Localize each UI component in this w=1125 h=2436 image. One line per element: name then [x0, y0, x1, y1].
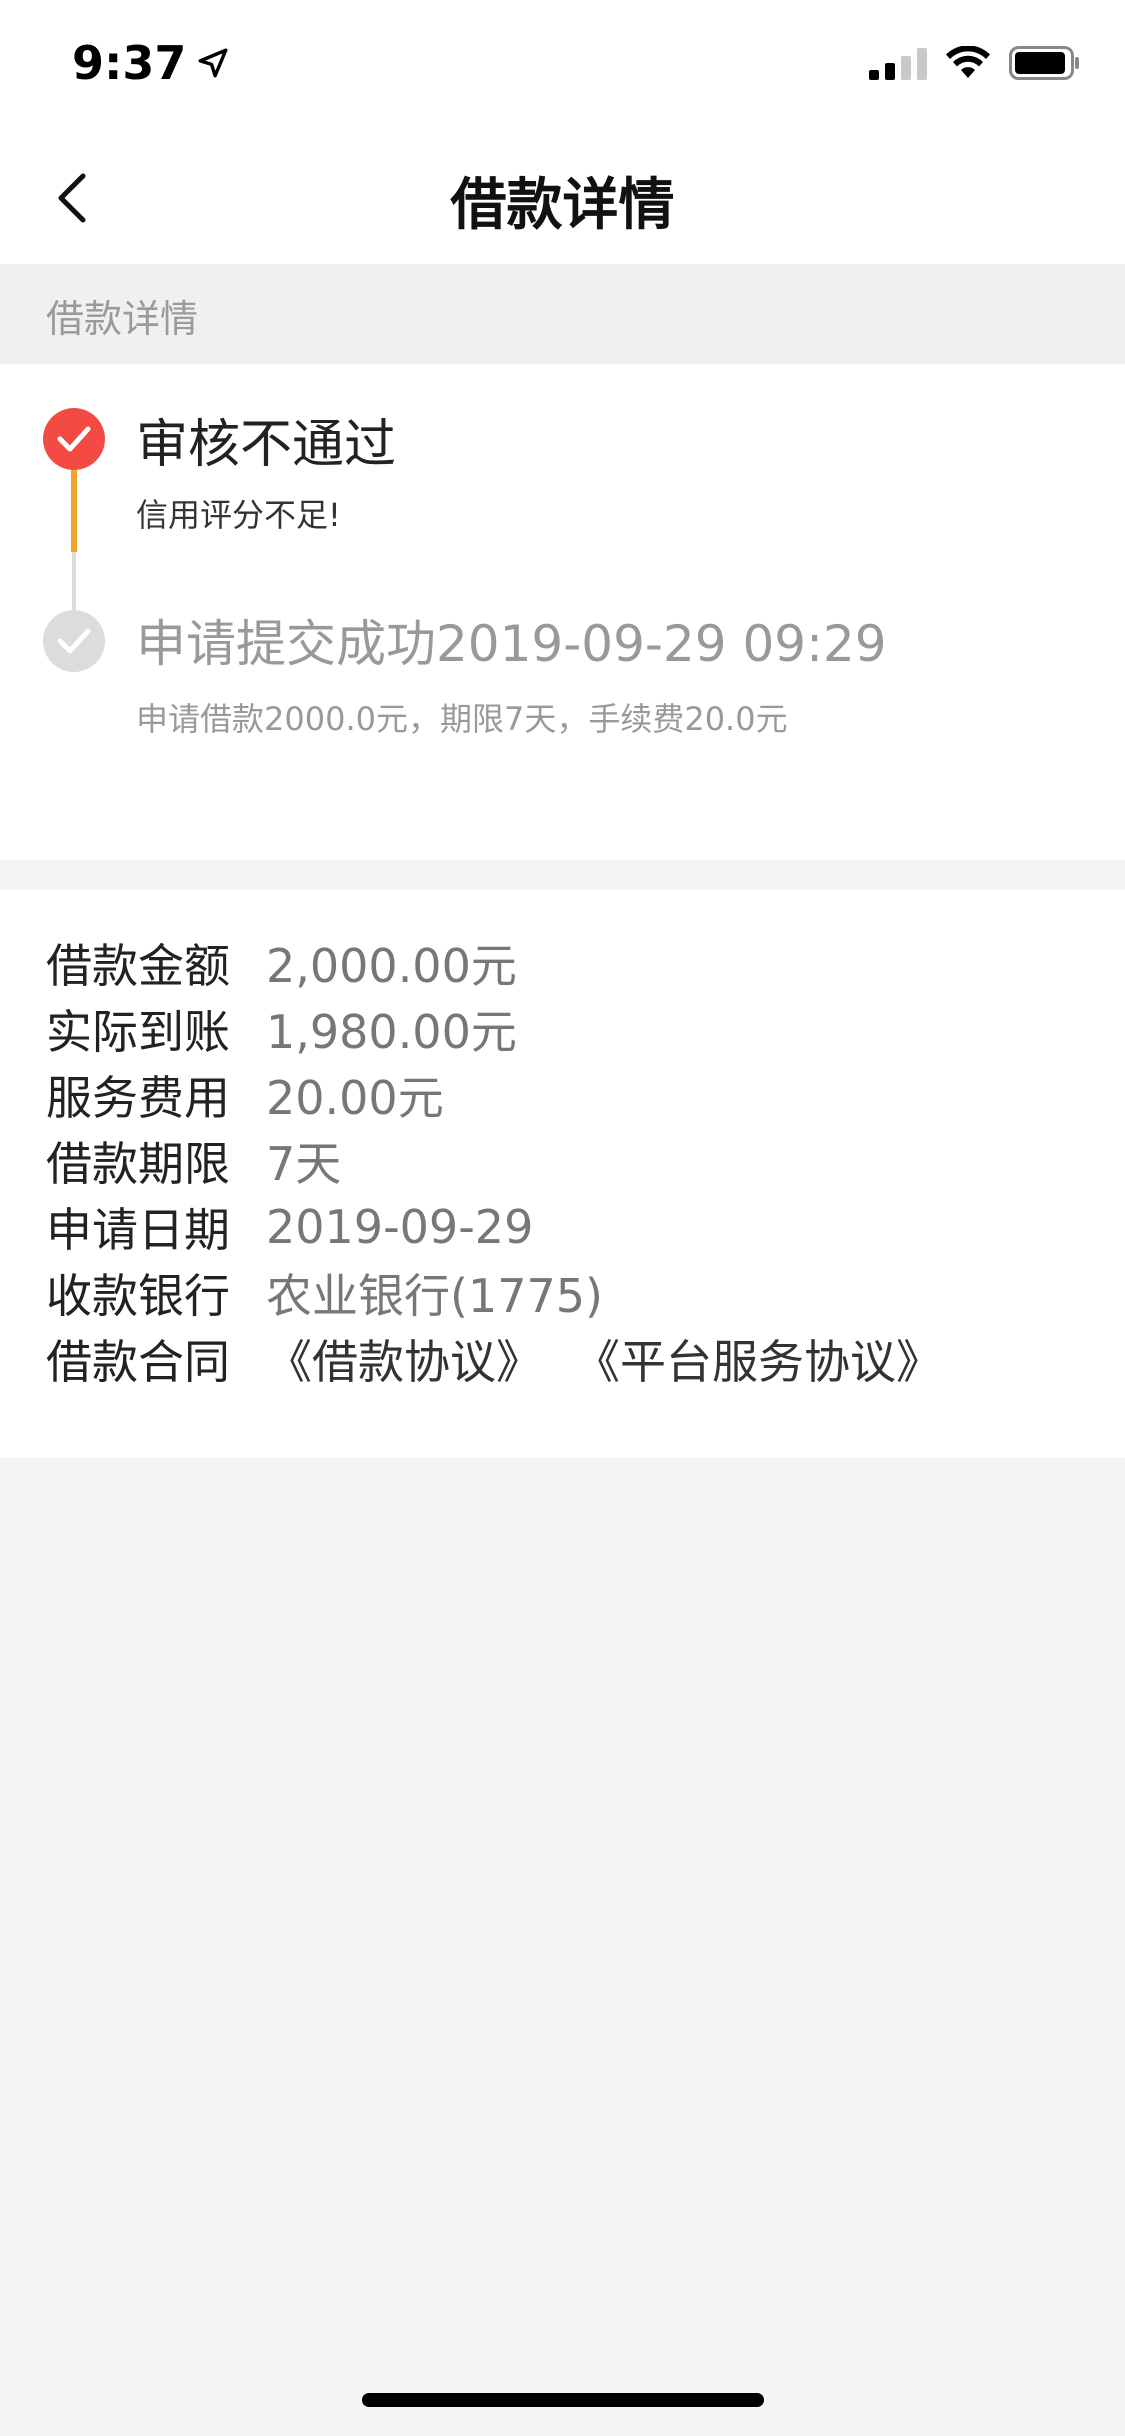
timeline-step-desc: 信用评分不足!: [136, 496, 341, 534]
section-header-label: 借款详情: [46, 297, 199, 341]
platform-service-agreement-link[interactable]: 《平台服务协议》: [574, 1326, 942, 1392]
detail-label: 借款期限: [46, 1137, 230, 1191]
detail-value: 7天: [266, 1137, 342, 1191]
detail-label: 借款金额: [46, 939, 230, 993]
detail-row-received: 实际到账 1,980.00元: [46, 996, 517, 1062]
rejected-status-icon: [43, 408, 105, 470]
detail-row-amount: 借款金额 2,000.00元: [46, 930, 517, 996]
location-arrow-icon: [198, 48, 228, 78]
timeline-connector: [72, 552, 76, 610]
status-bar: 9:37: [0, 0, 1125, 132]
checkmark-icon: [57, 628, 91, 654]
loan-details-card: 借款金额 2,000.00元 实际到账 1,980.00元 服务费用 20.00…: [0, 890, 1125, 1458]
detail-value: 2,000.00元: [266, 939, 517, 993]
home-indicator[interactable]: [362, 2393, 764, 2407]
timeline-connector-active: [71, 470, 77, 552]
clock-text: 9:37: [72, 36, 187, 90]
navigation-bar: 借款详情: [0, 132, 1125, 264]
page-title: 借款详情: [450, 173, 675, 238]
detail-row-contract: 借款合同 《借款协议》 《平台服务协议》: [46, 1326, 974, 1392]
status-time: 9:37: [72, 36, 230, 90]
detail-label: 实际到账: [46, 1005, 230, 1059]
wifi-icon: [946, 46, 990, 78]
detail-value: 1,980.00元: [266, 1005, 517, 1059]
detail-row-bank: 收款银行 农业银行(1775): [46, 1260, 603, 1326]
section-header: 借款详情: [0, 264, 1125, 364]
cellular-signal-icon: [869, 46, 927, 80]
detail-label: 收款银行: [46, 1269, 230, 1323]
detail-value: 2019-09-29: [266, 1200, 534, 1254]
detail-label: 服务费用: [46, 1071, 230, 1125]
battery-icon: [1009, 46, 1079, 80]
detail-row-term: 借款期限 7天: [46, 1128, 341, 1194]
detail-label: 申请日期: [46, 1203, 230, 1257]
detail-row-date: 申请日期 2019-09-29: [46, 1194, 533, 1260]
submitted-status-icon: [43, 610, 105, 672]
timeline-step-title: 审核不通过: [136, 415, 397, 475]
detail-label: 借款合同: [46, 1335, 230, 1389]
detail-value: 20.00元: [266, 1071, 444, 1125]
loan-agreement-link[interactable]: 《借款协议》: [266, 1326, 542, 1392]
detail-value: 农业银行(1775): [266, 1269, 603, 1323]
detail-row-fee: 服务费用 20.00元: [46, 1062, 444, 1128]
timeline-step-title: 申请提交成功2019-09-29 09:29: [136, 615, 887, 673]
status-icons: [869, 46, 1081, 80]
checkmark-icon: [57, 426, 91, 452]
timeline-step-desc: 申请借款2000.0元，期限7天，手续费20.0元: [136, 700, 788, 738]
loan-status-timeline: 审核不通过 信用评分不足! 申请提交成功2019-09-29 09:29 申请借…: [0, 364, 1125, 860]
